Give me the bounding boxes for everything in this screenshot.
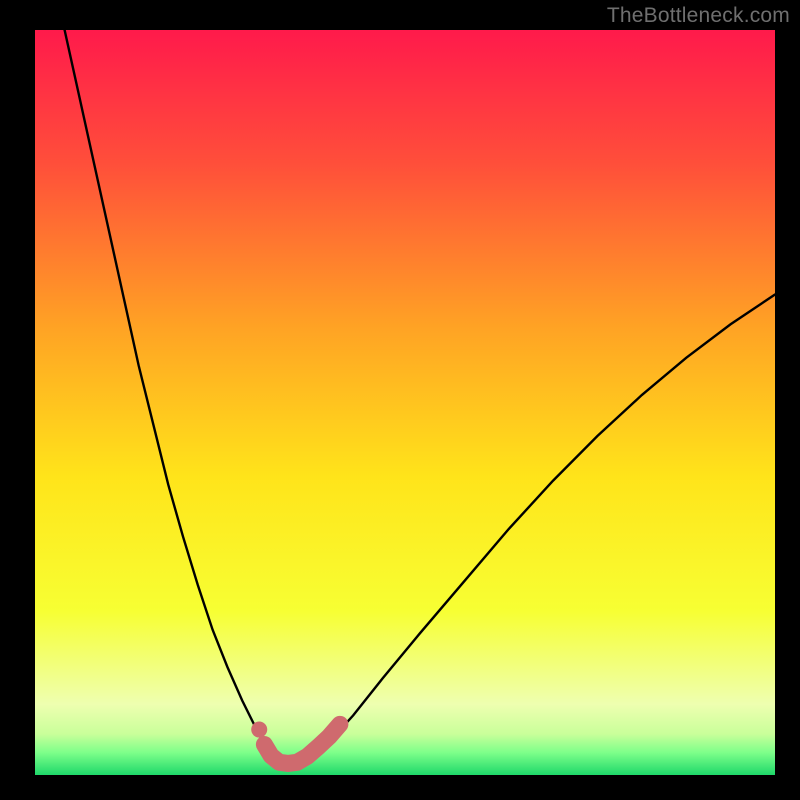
chart-frame: TheBottleneck.com [0, 0, 800, 800]
highlight-dot [251, 722, 267, 738]
plot-background [35, 30, 775, 775]
watermark: TheBottleneck.com [607, 4, 790, 28]
bottleneck-chart [0, 0, 800, 800]
